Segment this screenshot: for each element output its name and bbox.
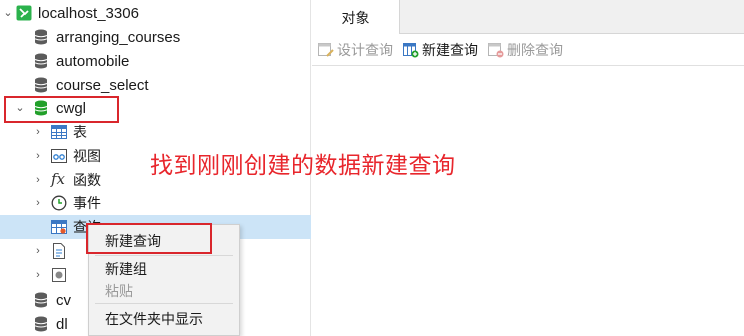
chevron-right-icon[interactable]: ›: [32, 126, 44, 138]
new-query-icon: [403, 42, 419, 58]
tree-item-tables[interactable]: › 表: [0, 120, 311, 144]
tree-item-label: 事件: [73, 195, 101, 211]
menu-separator: [95, 303, 233, 304]
delete-query-label: 删除查询: [507, 41, 563, 58]
tree-item-database[interactable]: arranging_courses: [0, 25, 311, 49]
context-menu-item-new-group[interactable]: 新建组: [105, 259, 147, 279]
chevron-right-icon[interactable]: ›: [32, 245, 44, 257]
tree-item-label: 视图: [73, 148, 101, 164]
chevron-right-icon[interactable]: ›: [32, 174, 44, 186]
database-icon: [34, 29, 50, 45]
delete-query-icon: [488, 42, 504, 58]
report-icon: [51, 243, 67, 259]
connection-label: localhost_3306: [38, 4, 139, 22]
function-icon: fx: [51, 170, 66, 188]
design-query-icon: [318, 42, 334, 58]
tree-item-label: 函数: [73, 172, 101, 188]
connection-icon: [16, 5, 32, 21]
view-icon: [51, 148, 67, 164]
delete-query-button[interactable]: 删除查询: [488, 40, 563, 60]
tree-item-label: 表: [73, 124, 87, 140]
tree-item-connection[interactable]: ⌄ localhost_3306: [0, 1, 311, 25]
tree-item-database[interactable]: automobile: [0, 49, 311, 73]
design-query-button[interactable]: 设计查询: [318, 40, 393, 60]
object-toolbar: 设计查询 新建查询 删除查询: [312, 34, 744, 66]
chevron-right-icon[interactable]: ›: [32, 269, 44, 281]
database-icon: [34, 316, 50, 332]
highlight-box-new-query: [86, 223, 212, 254]
clock-icon: [51, 195, 67, 211]
table-icon: [51, 124, 67, 140]
database-label: automobile: [56, 52, 130, 70]
tab-bar: 对象: [312, 0, 744, 35]
database-label: arranging_courses: [56, 28, 181, 46]
backup-icon: [51, 267, 67, 283]
highlight-box-database: [4, 96, 119, 123]
chevron-right-icon[interactable]: ›: [32, 150, 44, 162]
database-label: cv: [56, 291, 71, 309]
tab-objects[interactable]: 对象: [312, 0, 400, 35]
chevron-right-icon[interactable]: ›: [32, 197, 44, 209]
database-icon: [34, 292, 50, 308]
menu-separator: [95, 255, 233, 256]
new-query-button[interactable]: 新建查询: [403, 40, 478, 60]
database-label: course_select: [56, 76, 149, 94]
database-label: dl: [56, 315, 68, 333]
annotation-text: 找到刚刚创建的数据新建查询: [150, 153, 456, 179]
database-icon: [34, 77, 50, 93]
design-query-label: 设计查询: [337, 41, 393, 58]
context-menu-item-show-in-folder[interactable]: 在文件夹中显示: [105, 309, 203, 329]
new-query-label: 新建查询: [422, 41, 478, 58]
tree-item-database[interactable]: course_select: [0, 73, 311, 97]
database-icon: [34, 53, 50, 69]
tree-item-events[interactable]: › 事件: [0, 191, 311, 215]
context-menu-item-paste[interactable]: 粘贴: [105, 281, 133, 301]
query-icon: [51, 219, 67, 235]
chevron-down-icon[interactable]: ⌄: [2, 7, 14, 19]
